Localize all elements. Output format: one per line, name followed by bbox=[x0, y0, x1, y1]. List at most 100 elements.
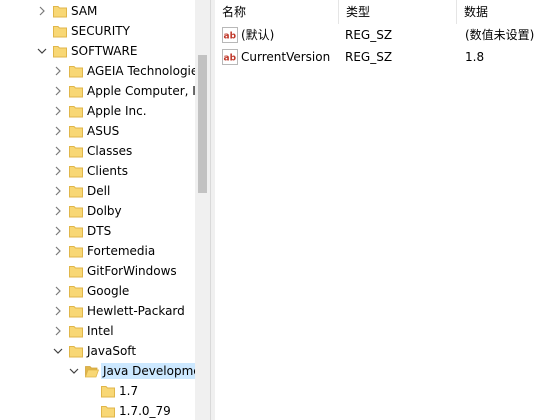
chevron-right-icon[interactable] bbox=[37, 6, 47, 16]
tree-item-label: Hewlett-Packard bbox=[87, 304, 185, 318]
tree-item-label: Google bbox=[87, 284, 130, 298]
folder-icon bbox=[69, 306, 83, 318]
tree-item-1-7-0-79[interactable]: 1.7.0_79 bbox=[0, 401, 195, 420]
tree-item-gitforwindows[interactable]: GitForWindows bbox=[0, 261, 195, 281]
folder-icon bbox=[101, 406, 115, 418]
chevron-right-icon[interactable] bbox=[53, 226, 63, 236]
folder-icon bbox=[69, 86, 83, 98]
svg-text:ab: ab bbox=[224, 32, 237, 42]
chevron-right-icon[interactable] bbox=[53, 246, 63, 256]
tree-item-apple-inc[interactable]: Apple Inc. bbox=[0, 101, 195, 121]
chevron-right-icon[interactable] bbox=[53, 286, 63, 296]
folder-icon bbox=[53, 6, 67, 18]
tree-item-label: Classes bbox=[87, 144, 133, 158]
value-type: REG_SZ bbox=[345, 50, 393, 64]
string-value-icon: ab bbox=[222, 49, 238, 65]
folder-icon bbox=[69, 226, 83, 238]
tree-item-label: 1.7.0_79 bbox=[119, 404, 171, 418]
tree-item-label: Clients bbox=[87, 164, 128, 178]
tree-item-label: SECURITY bbox=[71, 24, 130, 38]
tree-item-java-development-kit[interactable]: Java Developme bbox=[0, 361, 195, 381]
tree-item-javasoft[interactable]: JavaSoft bbox=[0, 341, 195, 361]
registry-editor-window: SAM SECURITY SOFTWARE AGEIA Technologie bbox=[0, 0, 543, 420]
chevron-down-icon[interactable] bbox=[69, 366, 79, 376]
chevron-down-icon[interactable] bbox=[37, 46, 47, 56]
chevron-right-icon[interactable] bbox=[53, 206, 63, 216]
value-name: CurrentVersion bbox=[241, 50, 331, 64]
scrollbar-thumb[interactable] bbox=[198, 55, 207, 193]
folder-icon bbox=[69, 266, 83, 278]
values-column-header: 名称 类型 数据 bbox=[215, 0, 543, 24]
tree-item-label: GitForWindows bbox=[87, 264, 177, 278]
tree-item-asus[interactable]: ASUS bbox=[0, 121, 195, 141]
registry-tree-pane: SAM SECURITY SOFTWARE AGEIA Technologie bbox=[0, 0, 210, 420]
column-header-data[interactable]: 数据 bbox=[457, 0, 543, 24]
chevron-right-icon[interactable] bbox=[53, 186, 63, 196]
tree-item-label: Dolby bbox=[87, 204, 122, 218]
value-data: (数值未设置) bbox=[465, 28, 535, 42]
column-header-type[interactable]: 类型 bbox=[339, 0, 457, 24]
tree-item-software[interactable]: SOFTWARE bbox=[0, 41, 195, 61]
folder-icon bbox=[69, 166, 83, 178]
folder-icon bbox=[69, 286, 83, 298]
tree-item-label: SAM bbox=[71, 4, 98, 18]
value-row-default[interactable]: ab (默认) REG_SZ (数值未设置) bbox=[215, 24, 543, 46]
tree-item-sam[interactable]: SAM bbox=[0, 1, 195, 21]
chevron-right-icon[interactable] bbox=[53, 326, 63, 336]
tree-item-label: Java Developme bbox=[101, 363, 195, 379]
tree-item-hewlett-packard[interactable]: Hewlett-Packard bbox=[0, 301, 195, 321]
chevron-right-icon[interactable] bbox=[53, 126, 63, 136]
folder-icon bbox=[69, 326, 83, 338]
tree-item-label: DTS bbox=[87, 224, 112, 238]
tree-item-label: AGEIA Technologie bbox=[87, 64, 195, 78]
chevron-right-icon[interactable] bbox=[53, 146, 63, 156]
string-value-icon: ab bbox=[222, 27, 238, 43]
registry-values-pane: 名称 类型 数据 ab (默认) REG_SZ (数值未设置) ab Curre… bbox=[215, 0, 543, 420]
value-data: 1.8 bbox=[465, 50, 485, 64]
tree-item-label: 1.7 bbox=[119, 384, 139, 398]
tree-item-apple-computer[interactable]: Apple Computer, I bbox=[0, 81, 195, 101]
tree-item-intel[interactable]: Intel bbox=[0, 321, 195, 341]
folder-icon bbox=[69, 346, 83, 358]
chevron-right-icon[interactable] bbox=[53, 166, 63, 176]
folder-icon bbox=[69, 126, 83, 138]
column-header-name[interactable]: 名称 bbox=[215, 0, 339, 24]
svg-text:ab: ab bbox=[224, 54, 237, 64]
tree-item-label: Intel bbox=[87, 324, 114, 338]
folder-icon bbox=[53, 46, 67, 58]
chevron-right-icon[interactable] bbox=[53, 66, 63, 76]
tree-item-label: ASUS bbox=[87, 124, 120, 138]
folder-icon bbox=[69, 186, 83, 198]
tree-item-security[interactable]: SECURITY bbox=[0, 21, 195, 41]
tree-item-clients[interactable]: Clients bbox=[0, 161, 195, 181]
chevron-right-icon[interactable] bbox=[53, 106, 63, 116]
chevron-right-icon[interactable] bbox=[53, 306, 63, 316]
tree-item-dell[interactable]: Dell bbox=[0, 181, 195, 201]
folder-icon bbox=[69, 206, 83, 218]
folder-icon bbox=[53, 26, 67, 38]
tree-item-label: JavaSoft bbox=[87, 344, 137, 358]
tree-item-1-7[interactable]: 1.7 bbox=[0, 381, 195, 401]
chevron-down-icon[interactable] bbox=[53, 346, 63, 356]
tree-item-dolby[interactable]: Dolby bbox=[0, 201, 195, 221]
value-type: REG_SZ bbox=[345, 28, 393, 42]
tree-item-dts[interactable]: DTS bbox=[0, 221, 195, 241]
tree-item-fortemedia[interactable]: Fortemedia bbox=[0, 241, 195, 261]
tree-item-ageia[interactable]: AGEIA Technologie bbox=[0, 61, 195, 81]
tree-item-classes[interactable]: Classes bbox=[0, 141, 195, 161]
folder-icon bbox=[69, 146, 83, 158]
value-name: (默认) bbox=[241, 28, 275, 42]
value-row-currentversion[interactable]: ab CurrentVersion REG_SZ 1.8 bbox=[215, 46, 543, 68]
chevron-right-icon[interactable] bbox=[53, 86, 63, 96]
folder-icon bbox=[101, 386, 115, 398]
folder-icon bbox=[69, 106, 83, 118]
tree-item-label: SOFTWARE bbox=[71, 44, 138, 58]
tree-item-label: Fortemedia bbox=[87, 244, 156, 258]
registry-tree: SAM SECURITY SOFTWARE AGEIA Technologie bbox=[0, 0, 195, 420]
folder-icon bbox=[69, 246, 83, 258]
tree-vertical-scrollbar[interactable] bbox=[195, 0, 210, 420]
tree-item-label: Apple Computer, I bbox=[87, 84, 195, 98]
tree-item-label: Apple Inc. bbox=[87, 104, 147, 118]
open-folder-icon bbox=[85, 366, 99, 378]
tree-item-google[interactable]: Google bbox=[0, 281, 195, 301]
